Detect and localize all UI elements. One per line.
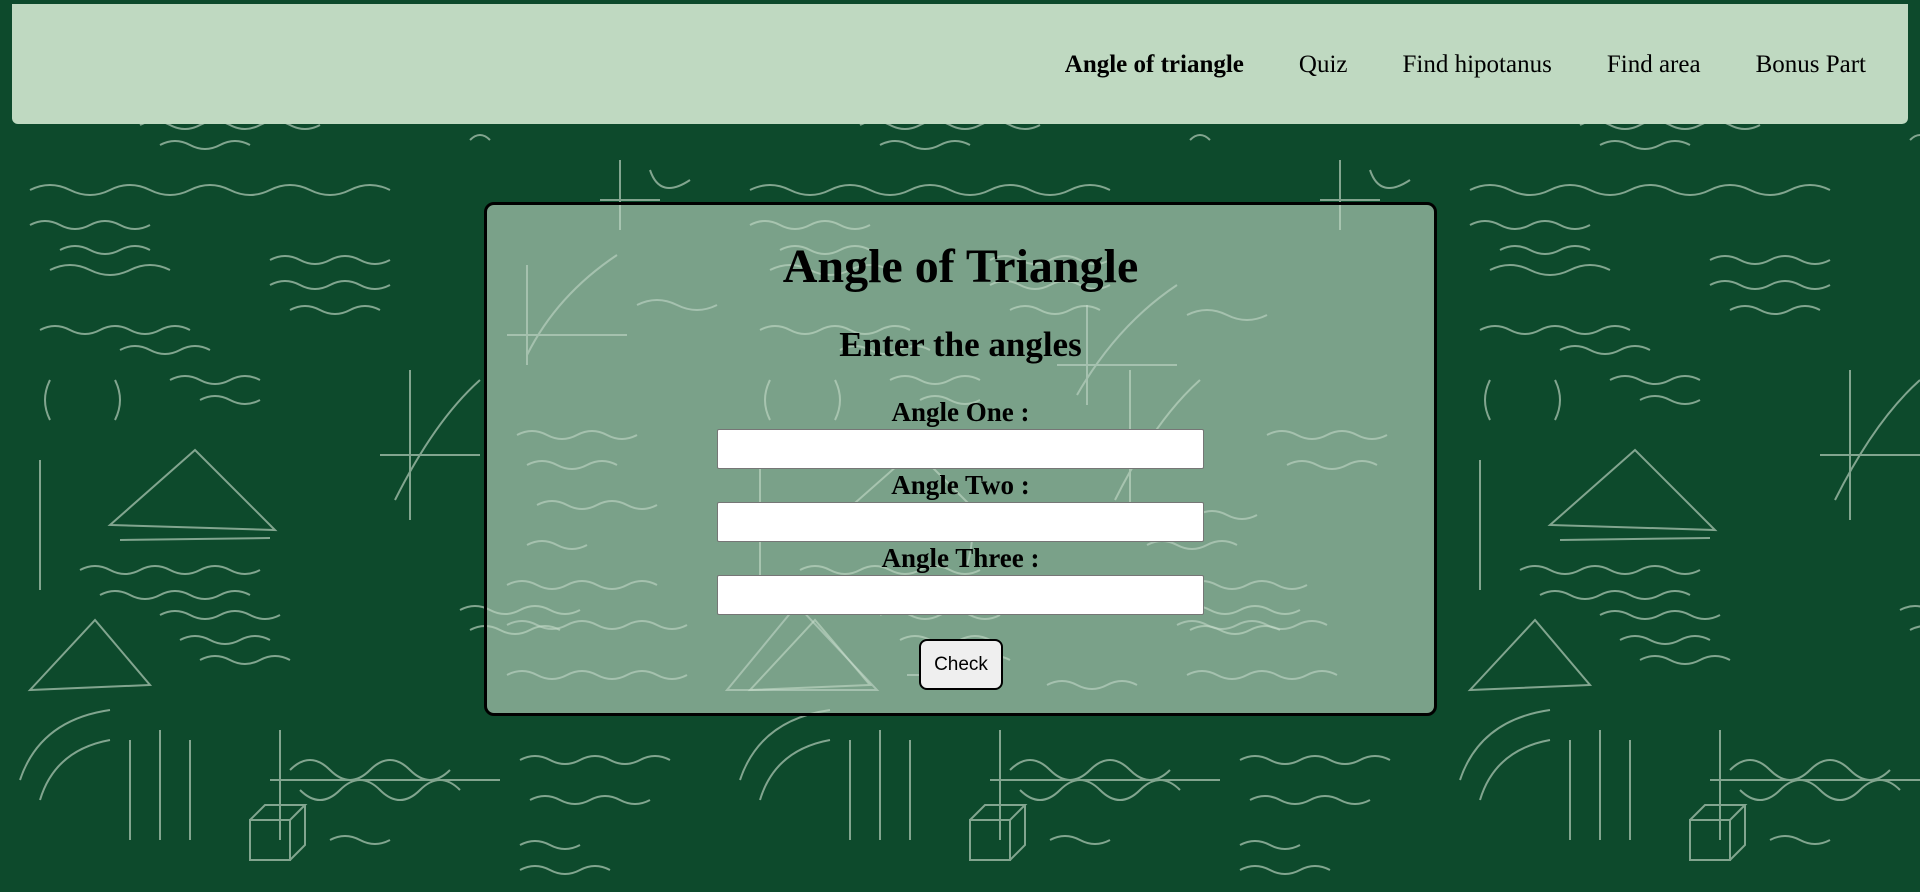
nav-item-bonus-part[interactable]: Bonus Part (1756, 51, 1866, 79)
form-subtitle: Enter the angles (839, 325, 1082, 364)
nav-item-find-area[interactable]: Find area (1607, 51, 1701, 79)
angle-form-panel: Angle of Triangle Enter the angles Angle… (484, 202, 1437, 716)
nav-menu: Angle of triangle Quiz Find hipotanus Fi… (1010, 51, 1866, 79)
angle-one-label: Angle One : (891, 397, 1030, 427)
top-navbar: Angle of triangle Quiz Find hipotanus Fi… (12, 4, 1908, 124)
angle-three-label: Angle Three : (881, 543, 1040, 573)
nav-item-angle-of-triangle[interactable]: Angle of triangle (1065, 51, 1244, 79)
angle-two-input[interactable] (717, 502, 1204, 542)
angle-one-input[interactable] (717, 429, 1204, 469)
page-title: Angle of Triangle (782, 240, 1139, 293)
angle-two-label: Angle Two : (891, 470, 1030, 500)
angle-three-input[interactable] (717, 575, 1204, 615)
nav-item-find-hipotanus[interactable]: Find hipotanus (1403, 51, 1552, 79)
check-button[interactable]: Check (919, 639, 1003, 690)
nav-item-quiz[interactable]: Quiz (1299, 51, 1348, 79)
